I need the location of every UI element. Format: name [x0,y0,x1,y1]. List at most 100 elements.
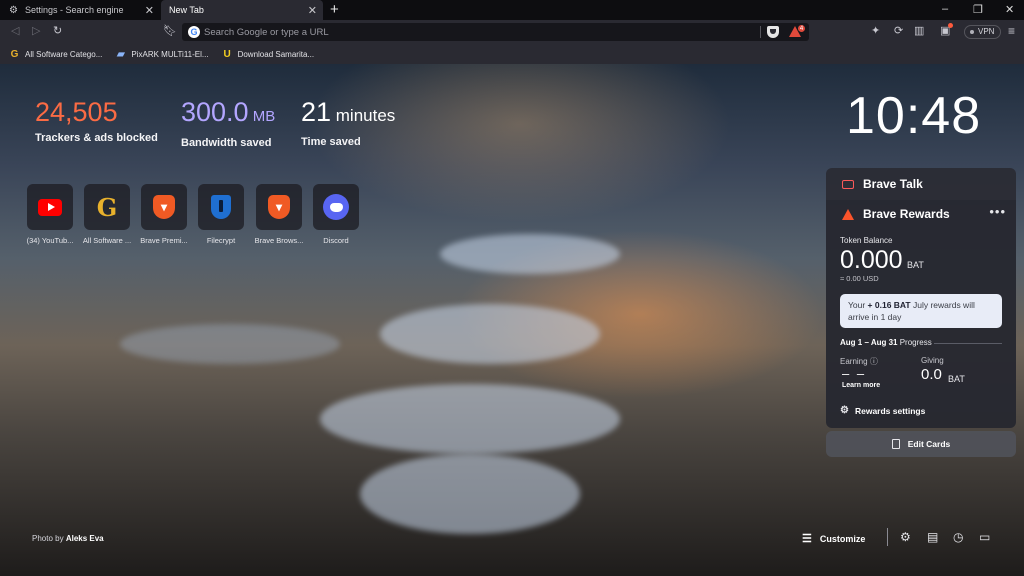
bookmark-favicon-icon: U [223,48,231,60]
bookmarks-icon[interactable]: ▤ [927,530,938,544]
photo-credit-prefix: Photo by [32,534,66,543]
minimize-button[interactable]: – [942,3,948,15]
rewards-title: Brave Rewards [863,207,950,221]
rewards-notice: Your + 0.16 BAT July rewards will arrive… [840,294,1002,328]
extensions-icon[interactable]: ✦ [871,25,880,38]
learn-more-link[interactable]: Learn more [842,382,880,389]
bookmark-icon[interactable]: 🔖︎ [163,25,177,38]
top-site-label: Filecrypt [206,236,236,245]
token-balance-label: Token Balance [840,236,893,245]
bandwidth-label: Bandwidth saved [181,137,272,149]
top-site-tile[interactable]: (34) YouTub... [22,184,78,245]
tab-strip: ⚙ Settings - Search engine ✕ New Tab ✕ +… [0,0,1024,20]
rewards-more-button[interactable]: ••• [989,204,1006,219]
menu-icon[interactable]: ≡ [1008,25,1015,38]
bookmark-item[interactable]: U Download Samarita... [222,49,314,60]
top-site-tile[interactable]: Filecrypt [193,184,249,245]
bookmark-item[interactable]: G All Software Catego... [9,48,103,60]
rewards-badge: 4 [797,24,806,33]
bookmark-label: Download Samarita... [237,49,315,59]
top-site-label: Brave Premi... [140,236,188,245]
discord-icon [323,194,349,220]
stat-trackers-blocked: 24,505 Trackers & ads blocked [35,98,158,144]
forward-icon[interactable]: ▷ [32,25,40,38]
wallet-notification-dot [948,23,953,28]
brave-shields-icon[interactable] [767,26,779,38]
period-range: Aug 1 – Aug 31 [840,338,898,347]
top-site-tile[interactable]: G All Software ... [79,184,135,245]
restore-button[interactable]: ❐ [973,3,983,16]
footer-divider [887,528,888,546]
token-balance-value: 0.000 [840,246,903,274]
bookmark-favicon-icon: ▰ [117,48,125,60]
time-unit: minutes [331,106,396,125]
page-icon [891,439,900,449]
top-site-tile[interactable]: ▾ Brave Brows... [251,184,307,245]
brave-rewards-card: Brave Rewards ••• Token Balance 0.000 BA… [826,200,1016,428]
close-icon[interactable]: ✕ [145,4,154,17]
sidebar-icon[interactable]: ▥ [914,25,924,38]
address-bar[interactable]: G 4 [182,23,809,41]
bandwidth-unit: MB [248,108,276,125]
period-suffix: Progress [897,338,932,347]
bookmark-label: PixARK MULTi11-El... [131,49,209,59]
clock: 10:48 [846,87,982,145]
background-foam [320,384,620,454]
trackers-label: Trackers & ads blocked [35,132,158,144]
new-tab-page: 24,505 Trackers & ads blocked 300.0 MB B… [0,64,1024,576]
background-foam [360,454,580,534]
bandwidth-value: 300.0 [181,97,249,127]
brave-talk-icon[interactable]: ▭ [979,530,990,544]
bookmarks-bar: G All Software Catego... ▰ PixARK MULTi1… [0,44,1024,64]
edit-cards-button[interactable]: Edit Cards [826,431,1016,457]
tab-new-tab[interactable]: New Tab ✕ [161,0,323,20]
edit-cards-label: Edit Cards [907,439,951,449]
video-camera-icon [842,179,854,189]
close-icon[interactable]: ✕ [308,4,317,17]
vpn-button[interactable]: VPN [964,25,1002,39]
vpn-label: VPN [978,27,995,36]
bookmark-favicon-icon: G [10,48,19,60]
google-icon: G [188,26,200,38]
history-icon[interactable]: ◷ [953,530,963,544]
info-icon[interactable]: ⓘ [870,357,878,366]
top-site-label: (34) YouTub... [26,236,74,245]
bat-triangle-icon [842,208,854,220]
giving-unit: BAT [948,374,965,384]
earning-value: – – [842,366,867,381]
customize-label: Customize [819,533,866,544]
background-foam [440,234,620,274]
toolbar: ◁ ▷ ↻ 🔖︎ G 4 ✦ ⟳ ▥ ▣ VPN ≡ [0,20,1024,44]
photo-credit-author[interactable]: Aleks Eva [66,534,104,543]
close-window-button[interactable]: ✕ [1005,3,1014,16]
rewards-settings-label: Rewards settings [854,405,926,416]
top-site-tile[interactable]: ▾ Brave Premi... [136,184,192,245]
back-icon[interactable]: ◁ [11,25,19,38]
settings-gear-icon[interactable]: ⚙ [900,530,911,544]
giving-label: Giving [921,356,944,365]
reload-icon[interactable]: ↻ [53,25,62,38]
customize-button[interactable]: ☰ Customize [802,532,865,545]
divider [934,343,1002,344]
new-tab-button[interactable]: + [330,2,339,17]
brave-lion-icon: ▾ [268,195,290,219]
stat-time-saved: 21 minutes Time saved [301,98,395,148]
sync-icon[interactable]: ⟳ [894,25,903,38]
background-foam [120,324,340,364]
top-site-tile[interactable]: Discord [308,184,364,245]
giving-value: 0.0 [921,366,942,383]
usd-estimate: ≈ 0.00 USD [840,274,879,283]
address-input[interactable] [204,25,744,39]
gear-icon: ⚙ [840,405,849,416]
rewards-settings-button[interactable]: ⚙ Rewards settings [840,405,925,416]
filecrypt-shield-icon [211,195,231,219]
youtube-icon [38,198,62,216]
time-value: 21 [301,97,332,127]
vpn-status-dot [970,30,974,34]
brave-talk-card[interactable]: Brave Talk [826,168,1016,200]
rewards-period: Aug 1 – Aug 31 Progress [840,338,932,347]
background-foam [380,304,600,364]
photo-credit: Photo by Aleks Eva [32,534,104,543]
bookmark-item[interactable]: ▰ PixARK MULTi11-El... [115,48,209,60]
tab-settings[interactable]: ⚙ Settings - Search engine ✕ [0,0,160,20]
